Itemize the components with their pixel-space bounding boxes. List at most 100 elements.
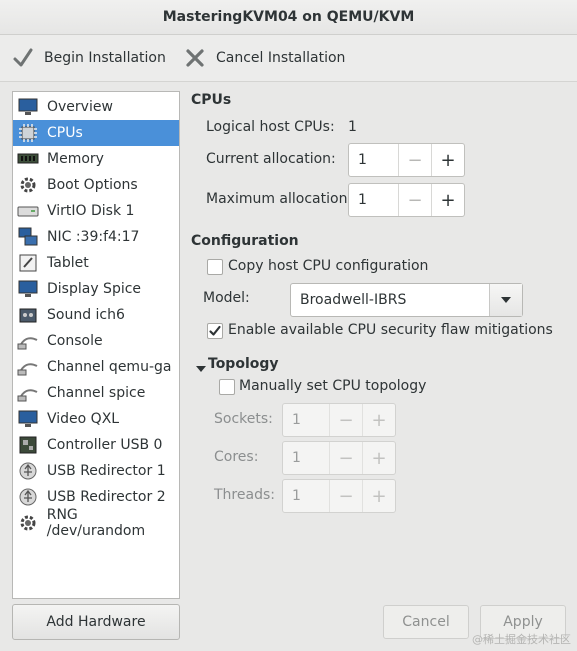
sidebar-item-virtio-disk-1[interactable]: VirtIO Disk 1 xyxy=(13,198,179,224)
configuration-heading: Configuration xyxy=(191,233,299,249)
sidebar-item-label: Video QXL xyxy=(47,411,120,427)
sidebar-item-label: Channel qemu-ga xyxy=(47,359,172,375)
sidebar-item-label: NIC :39:f4:17 xyxy=(47,229,140,245)
sidebar-item-cpus[interactable]: CPUs xyxy=(13,120,179,146)
checkmark-icon xyxy=(12,47,34,69)
sidebar-item-label: USB Redirector 1 xyxy=(47,463,166,479)
sidebar-item-label: Display Spice xyxy=(47,281,142,297)
decrement-button[interactable]: − xyxy=(398,184,431,216)
sidebar-item-controller-usb-0[interactable]: Controller USB 0 xyxy=(13,432,179,458)
cancel-button[interactable]: Cancel xyxy=(383,605,469,639)
sidebar-item-label: Controller USB 0 xyxy=(47,437,163,453)
sidebar-item-sound-ich6[interactable]: Sound ich6 xyxy=(13,302,179,328)
manual-topology-checkbox[interactable] xyxy=(219,379,235,395)
increment-button[interactable]: + xyxy=(431,144,464,176)
current-allocation-label: Current allocation: xyxy=(206,151,336,167)
video-icon xyxy=(17,409,39,429)
hardware-list: Overview CPUs Memory Boot Options VirtIO… xyxy=(12,91,180,599)
watermark: @稀土掘金技术社区 xyxy=(472,633,571,646)
begin-installation-label: Begin Installation xyxy=(44,50,166,66)
cancel-installation-label: Cancel Installation xyxy=(216,50,346,66)
topology-expander-icon[interactable] xyxy=(196,361,206,377)
current-allocation-value: 1 xyxy=(358,152,367,168)
sidebar-item-memory[interactable]: Memory xyxy=(13,146,179,172)
begin-installation-button[interactable]: Begin Installation xyxy=(12,47,166,69)
dropdown-arrow-icon[interactable] xyxy=(489,284,522,316)
copy-host-cpu-checkbox[interactable] xyxy=(207,259,223,275)
decrement-button[interactable]: − xyxy=(398,144,431,176)
tablet-icon xyxy=(17,253,39,273)
decrement-button[interactable]: − xyxy=(329,404,362,436)
gear-icon xyxy=(17,175,39,195)
display-icon xyxy=(17,279,39,299)
sidebar-item-label: RNG /dev/urandom xyxy=(46,507,146,539)
usb-icon xyxy=(17,487,39,507)
decrement-button[interactable]: − xyxy=(329,442,362,474)
cancel-installation-button[interactable]: Cancel Installation xyxy=(184,47,345,69)
sockets-value: 1 xyxy=(292,412,301,428)
network-icon xyxy=(17,227,39,247)
decrement-button[interactable]: − xyxy=(329,480,362,512)
cores-spinner[interactable]: 1 − + xyxy=(282,441,396,475)
sidebar-item-tablet[interactable]: Tablet xyxy=(13,250,179,276)
sidebar-item-label: Boot Options xyxy=(47,177,138,193)
sidebar-item-video-qxl[interactable]: Video QXL xyxy=(13,406,179,432)
sidebar-item-label: Sound ich6 xyxy=(47,307,125,323)
maximum-allocation-label: Maximum allocation: xyxy=(206,191,353,207)
threads-spinner[interactable]: 1 − + xyxy=(282,479,396,513)
sidebar-item-boot-options[interactable]: Boot Options xyxy=(13,172,179,198)
add-hardware-button[interactable]: Add Hardware xyxy=(12,604,180,640)
sidebar-item-label: Tablet xyxy=(47,255,89,271)
window-title: MasteringKVM04 on QEMU/KVM xyxy=(162,9,415,25)
sidebar-item-rng[interactable]: RNG /dev/urandom xyxy=(13,507,179,539)
copy-host-cpu-label: Copy host CPU configuration xyxy=(228,258,429,274)
current-allocation-spinner[interactable]: 1 − + xyxy=(348,143,465,177)
increment-button[interactable]: + xyxy=(431,184,464,216)
sockets-label: Sockets: xyxy=(214,411,273,427)
sidebar-item-nic[interactable]: NIC :39:f4:17 xyxy=(13,224,179,250)
increment-button[interactable]: + xyxy=(362,404,395,436)
add-hardware-label: Add Hardware xyxy=(46,614,146,630)
cancel-x-icon xyxy=(184,47,206,69)
channel-icon xyxy=(17,357,39,377)
logical-cpus-label: Logical host CPUs: xyxy=(206,119,335,135)
cancel-label: Cancel xyxy=(402,614,450,630)
window-title-bar: MasteringKVM04 on QEMU/KVM xyxy=(0,0,577,35)
sidebar-item-usb-redirector-1[interactable]: USB Redirector 1 xyxy=(13,458,179,484)
model-combobox[interactable]: Broadwell-IBRS xyxy=(290,283,523,317)
security-mitigations-checkbox[interactable] xyxy=(207,323,223,339)
threads-value: 1 xyxy=(292,488,301,504)
sidebar-item-display-spice[interactable]: Display Spice xyxy=(13,276,179,302)
cpus-heading: CPUs xyxy=(191,92,232,108)
sidebar-item-label: Console xyxy=(47,333,103,349)
channel-icon xyxy=(17,383,39,403)
topology-heading[interactable]: Topology xyxy=(208,356,279,372)
increment-button[interactable]: + xyxy=(362,480,395,512)
increment-button[interactable]: + xyxy=(362,442,395,474)
sockets-spinner[interactable]: 1 − + xyxy=(282,403,396,437)
controller-icon xyxy=(17,435,39,455)
manual-topology-label: Manually set CPU topology xyxy=(239,378,427,394)
security-mitigations-label: Enable available CPU security flaw mitig… xyxy=(228,322,553,338)
logical-cpus-value: 1 xyxy=(348,119,357,135)
sidebar-item-channel-qemu-ga[interactable]: Channel qemu-ga xyxy=(13,354,179,380)
cores-label: Cores: xyxy=(214,449,259,465)
sidebar-item-label: USB Redirector 2 xyxy=(47,489,166,505)
console-icon xyxy=(17,331,39,351)
checkmark-icon xyxy=(209,325,221,336)
memory-icon xyxy=(17,149,39,169)
cpu-icon xyxy=(17,123,39,143)
maximum-allocation-spinner[interactable]: 1 − + xyxy=(348,183,465,217)
usb-icon xyxy=(17,461,39,481)
disk-icon xyxy=(17,201,39,221)
toolbar: Begin Installation Cancel Installation xyxy=(0,35,577,82)
sidebar-item-console[interactable]: Console xyxy=(13,328,179,354)
sidebar-item-label: Memory xyxy=(47,151,104,167)
model-value: Broadwell-IBRS xyxy=(300,292,407,308)
sidebar-item-channel-spice[interactable]: Channel spice xyxy=(13,380,179,406)
monitor-icon xyxy=(17,97,39,117)
sidebar-item-overview[interactable]: Overview xyxy=(13,94,179,120)
sidebar-item-label: CPUs xyxy=(47,125,83,141)
threads-label: Threads: xyxy=(214,487,275,503)
apply-label: Apply xyxy=(503,614,543,630)
